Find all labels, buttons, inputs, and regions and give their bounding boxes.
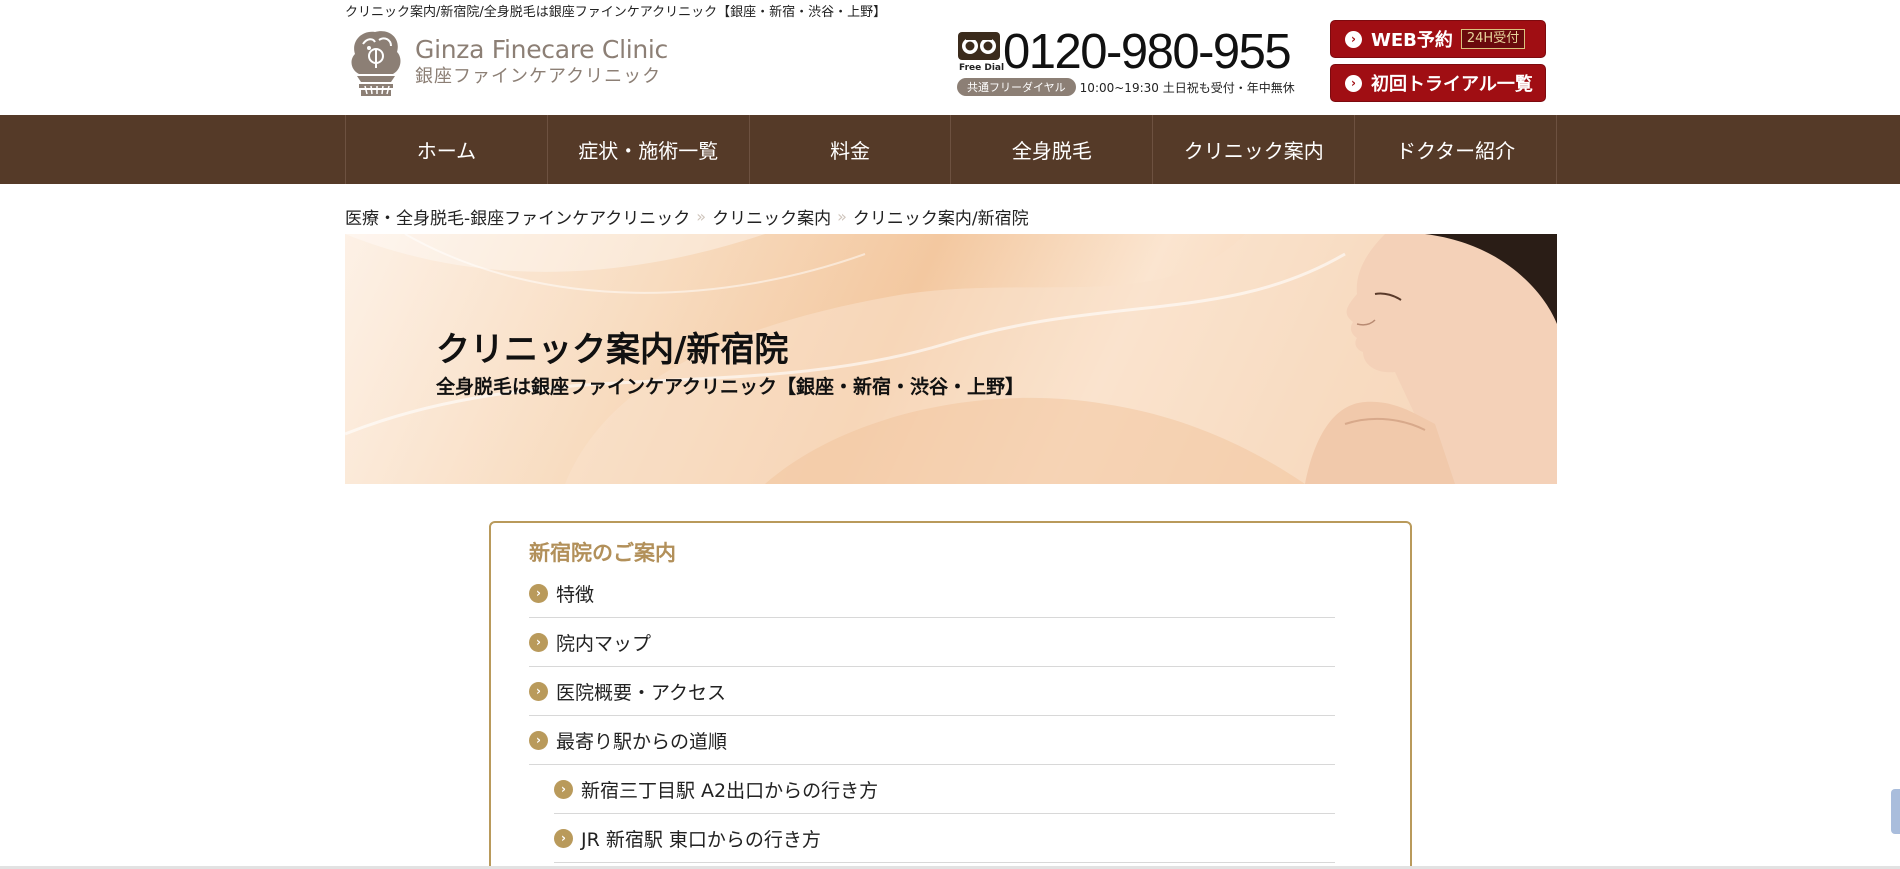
toc-item-floor-map[interactable]: › 院内マップ	[529, 618, 1335, 667]
chevron-right-circle-icon: ›	[554, 828, 573, 848]
logo-english: Ginza Finecare Clinic	[415, 35, 668, 64]
table-of-contents: 新宿院のご案内 › 特徴 › 院内マップ › 医院概要・アクセス › 最寄り駅か…	[489, 521, 1412, 869]
24h-badge: 24H受付	[1460, 29, 1526, 49]
nav-item-clinic-info[interactable]: クリニック案内	[1153, 115, 1356, 184]
toc-item-label: JR 新宿駅 東口からの行き方	[581, 828, 821, 851]
web-reserve-button[interactable]: › WEB予約 24H受付	[1330, 20, 1546, 58]
chevron-right-circle-icon: ›	[554, 779, 573, 799]
nav-item-full-body-hair-removal[interactable]: 全身脱毛	[951, 115, 1154, 184]
toc-item-features[interactable]: › 特徴	[529, 569, 1335, 618]
global-nav: ホーム 症状・施術一覧 料金 全身脱毛 クリニック案内 ドクター紹介	[0, 115, 1900, 184]
business-hours: 10:00~19:30 土日祝も受付・年中無休	[1079, 80, 1295, 95]
trial-list-button[interactable]: › 初回トライアル一覧	[1330, 64, 1546, 102]
nav-item-pricing[interactable]: 料金	[750, 115, 952, 184]
nav-item-home[interactable]: ホーム	[346, 115, 548, 184]
nav-item-doctors[interactable]: ドクター紹介	[1355, 115, 1557, 184]
toc-item-directions[interactable]: › 最寄り駅からの道順	[529, 716, 1335, 765]
breadcrumb-current: クリニック案内/新宿院	[852, 209, 1029, 229]
clinic-logo[interactable]: Ginza Finecare Clinic 銀座ファインケアクリニック	[345, 24, 668, 98]
toc-item-overview-access[interactable]: › 医院概要・アクセス	[529, 667, 1335, 716]
page-subtitle: 全身脱毛は銀座ファインケアクリニック【銀座・新宿・渋谷・上野】	[436, 376, 1025, 398]
nav-item-treatments[interactable]: 症状・施術一覧	[548, 115, 750, 184]
trial-list-label: 初回トライアル一覧	[1371, 74, 1533, 95]
toc-item-label: 新宿三丁目駅 A2出口からの行き方	[581, 779, 879, 802]
page-title: クリニック案内/新宿院	[436, 330, 789, 370]
toc-subitem-jr-shinjuku[interactable]: › JR 新宿駅 東口からの行き方	[554, 814, 1335, 863]
toc-item-label: 特徴	[556, 583, 595, 606]
toc-title: 新宿院のご案内	[529, 541, 676, 565]
chevron-right-circle-icon: ›	[529, 730, 548, 750]
freedial-icon: Free Dial	[957, 28, 1005, 76]
logo-japanese: 銀座ファインケアクリニック	[415, 66, 662, 87]
breadcrumb-clinic-info[interactable]: クリニック案内	[712, 204, 831, 229]
toc-item-label: 院内マップ	[556, 632, 652, 655]
chevron-right-circle-icon: ›	[529, 632, 548, 652]
breadcrumb-separator: »	[837, 207, 847, 226]
side-scroll-tab[interactable]	[1891, 789, 1900, 834]
breadcrumb-separator: »	[696, 207, 707, 226]
freedial-label: Free Dial	[959, 63, 1005, 73]
chevron-right-circle-icon: ›	[529, 681, 548, 701]
toc-item-label: 医院概要・アクセス	[556, 681, 727, 704]
hero-banner: クリニック案内/新宿院 全身脱毛は銀座ファインケアクリニック【銀座・新宿・渋谷・…	[345, 234, 1557, 484]
chevron-right-circle-icon: ›	[529, 583, 548, 603]
breadcrumb: 医療・全身脱毛-銀座ファインケアクリニック » クリニック案内 » クリニック案…	[345, 204, 1029, 229]
common-freedial-pill: 共通フリーダイヤル	[957, 78, 1076, 96]
phone-number[interactable]: 0120-980-955	[1003, 28, 1292, 77]
web-reserve-label: WEB予約	[1371, 30, 1453, 51]
page-tagline: クリニック案内/新宿院/全身脱毛は銀座ファインケアクリニック【銀座・新宿・渋谷・…	[345, 5, 887, 20]
chevron-right-icon: ›	[1345, 30, 1362, 48]
chevron-right-icon: ›	[1345, 74, 1362, 92]
lion-crest-icon	[351, 31, 401, 96]
toc-item-label: 最寄り駅からの道順	[556, 730, 728, 753]
toc-subitem-shinjuku-sanchome[interactable]: › 新宿三丁目駅 A2出口からの行き方	[554, 765, 1335, 814]
phone-block[interactable]: Free Dial 0120-980-955 共通フリーダイヤル 10:00~1…	[957, 28, 1295, 96]
breadcrumb-home[interactable]: 医療・全身脱毛-銀座ファインケアクリニック	[345, 204, 690, 229]
